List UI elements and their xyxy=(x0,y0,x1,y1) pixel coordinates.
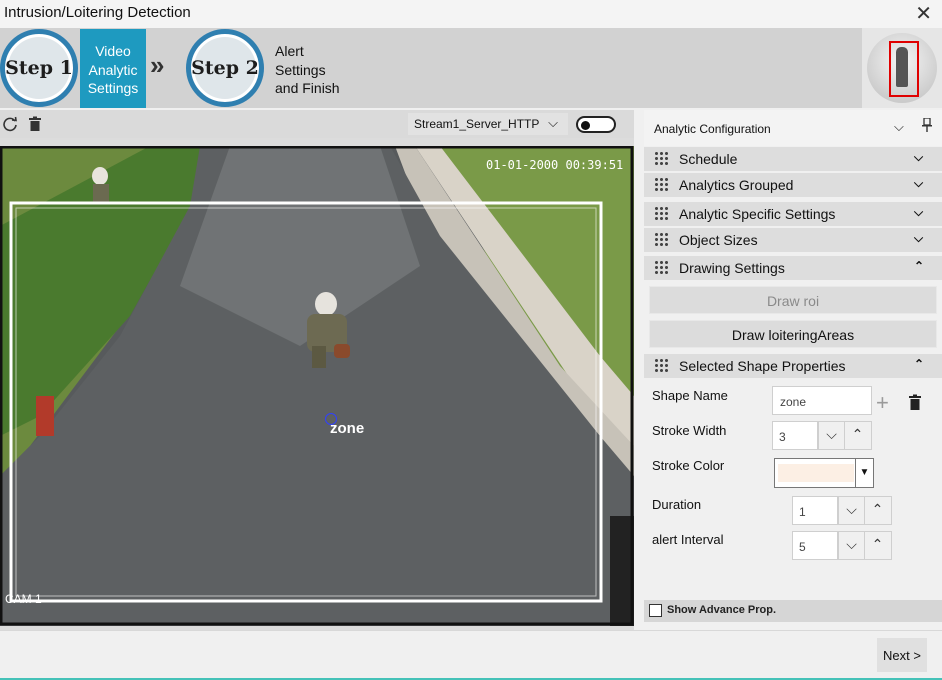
drag-grip-icon xyxy=(654,151,668,165)
dropdown-arrow-icon[interactable]: ▼ xyxy=(855,459,873,487)
live-toggle[interactable] xyxy=(576,116,616,133)
section-label: Analytics Grouped xyxy=(679,177,794,193)
draw-roi-button[interactable]: Draw roi xyxy=(649,286,937,314)
step-1-label[interactable]: Video Analytic Settings xyxy=(80,29,146,108)
chevron-down-icon: ⌵ xyxy=(914,150,924,164)
alert-interval-value[interactable]: 5 xyxy=(793,532,838,559)
show-advance-checkbox[interactable] xyxy=(649,604,662,617)
section-analytics-grouped[interactable]: Analytics Grouped ⌵ xyxy=(644,173,942,197)
video-pane: Stream1_Server_HTTP ⌵ 01-01-2000 00:39:5… xyxy=(0,110,634,630)
chevron-up-icon: ⌃ xyxy=(914,259,925,273)
draw-loitering-areas-button[interactable]: Draw loiteringAreas xyxy=(649,320,937,348)
step-1-badge[interactable]: Step 1 xyxy=(0,29,78,107)
step-2-badge-text: Step 2 xyxy=(191,57,259,79)
advance-props-bar: Show Advance Prop. xyxy=(644,600,942,622)
add-icon[interactable]: + xyxy=(876,392,889,414)
chevron-up-icon: ⌃ xyxy=(914,357,925,371)
section-label: Schedule xyxy=(679,151,738,167)
config-title: Analytic Configuration xyxy=(654,122,771,136)
step-2-label-line: Settings xyxy=(275,61,326,78)
duration-label: Duration xyxy=(652,497,702,512)
drag-grip-icon xyxy=(654,232,668,246)
drag-grip-icon xyxy=(654,177,668,191)
stroke-width-label: Stroke Width xyxy=(652,423,727,438)
close-icon[interactable]: ✕ xyxy=(915,1,932,26)
config-header: Analytic Configuration ⌵ xyxy=(644,110,942,146)
step-2-badge[interactable]: Step 2 xyxy=(186,29,264,107)
stroke-color-label: Stroke Color xyxy=(652,458,725,473)
video-toolbar: Stream1_Server_HTTP ⌵ xyxy=(0,110,634,138)
stream-select-value: Stream1_Server_HTTP xyxy=(414,117,540,131)
step-separator-icon: » xyxy=(150,50,165,80)
step-1-label-line: Analytic xyxy=(88,61,138,78)
camera-video-feed[interactable]: 01-01-2000 00:39:51 CAM 1 zone xyxy=(0,146,634,626)
delete-shape-icon[interactable] xyxy=(908,394,922,410)
section-selected-shape-properties[interactable]: Selected Shape Properties ⌃ xyxy=(644,354,942,378)
section-object-sizes[interactable]: Object Sizes ⌵ xyxy=(644,228,942,252)
step-1-badge-text: Step 1 xyxy=(5,57,73,79)
chevron-down-icon: ⌵ xyxy=(914,205,924,219)
section-label: Selected Shape Properties xyxy=(679,358,846,374)
step-1-label-line: Settings xyxy=(87,80,139,96)
drag-grip-icon xyxy=(654,358,668,372)
shape-name-label: Shape Name xyxy=(652,388,728,403)
chevron-up-icon[interactable]: ⌃ xyxy=(864,497,890,524)
camera-scene-image xyxy=(0,146,634,626)
stream-select[interactable]: Stream1_Server_HTTP ⌵ xyxy=(408,113,568,135)
analytic-thumbnail xyxy=(862,28,942,108)
window-title: Intrusion/Loitering Detection xyxy=(4,4,191,21)
section-label: Analytic Specific Settings xyxy=(679,206,836,222)
stroke-color-swatch xyxy=(778,464,854,482)
section-schedule[interactable]: Schedule ⌵ xyxy=(644,147,942,171)
step-2-label-line: and Finish xyxy=(275,80,340,96)
wizard-step-bar: Step 1 Video Analytic Settings » Step 2 … xyxy=(0,28,942,108)
chevron-down-icon: ⌵ xyxy=(548,115,558,130)
chevron-down-icon[interactable]: ⌵ xyxy=(894,119,904,135)
step-2-label[interactable]: Alert Settings and Finish xyxy=(275,42,340,98)
section-label: Object Sizes xyxy=(679,232,758,248)
stroke-width-value[interactable]: 3 xyxy=(773,422,818,449)
shape-name-input[interactable]: zone xyxy=(772,386,872,415)
section-label: Drawing Settings xyxy=(679,260,785,276)
video-timestamp: 01-01-2000 00:39:51 xyxy=(486,158,624,172)
title-bar: Intrusion/Loitering Detection ✕ xyxy=(0,0,942,28)
chevron-up-icon[interactable]: ⌃ xyxy=(844,422,870,449)
pin-icon[interactable] xyxy=(922,118,932,132)
stroke-width-stepper[interactable]: 3 ⌵ ⌃ xyxy=(772,421,872,450)
next-button[interactable]: Next > xyxy=(877,638,927,672)
drag-grip-icon xyxy=(654,206,668,220)
refresh-icon[interactable] xyxy=(2,116,18,132)
trash-icon[interactable] xyxy=(28,116,42,132)
section-analytic-specific-settings[interactable]: Analytic Specific Settings ⌵ xyxy=(644,202,942,226)
step-2-label-line: Alert xyxy=(275,43,304,59)
duration-stepper[interactable]: 1 ⌵ ⌃ xyxy=(792,496,892,525)
intrusion-person-icon xyxy=(867,33,937,103)
chevron-up-icon[interactable]: ⌃ xyxy=(864,532,890,559)
config-pane: Analytic Configuration ⌵ Schedule ⌵ Anal… xyxy=(644,110,942,630)
stroke-color-picker[interactable]: ▼ xyxy=(774,458,874,488)
chevron-down-icon[interactable]: ⌵ xyxy=(838,497,864,524)
chevron-down-icon: ⌵ xyxy=(914,231,924,245)
chevron-down-icon: ⌵ xyxy=(914,176,924,190)
section-drawing-settings[interactable]: Drawing Settings ⌃ xyxy=(644,256,942,280)
alert-interval-label: alert Interval xyxy=(652,532,724,547)
zone-label[interactable]: zone xyxy=(330,420,364,437)
footer: Next > xyxy=(0,630,942,680)
step-1-label-line: Video xyxy=(95,43,131,59)
alert-interval-stepper[interactable]: 5 ⌵ ⌃ xyxy=(792,531,892,560)
chevron-down-icon[interactable]: ⌵ xyxy=(838,532,864,559)
camera-label: CAM 1 xyxy=(5,592,42,606)
chevron-down-icon[interactable]: ⌵ xyxy=(818,422,844,449)
show-advance-label[interactable]: Show Advance Prop. xyxy=(667,604,776,616)
drag-grip-icon xyxy=(654,260,668,274)
duration-value[interactable]: 1 xyxy=(793,497,838,524)
